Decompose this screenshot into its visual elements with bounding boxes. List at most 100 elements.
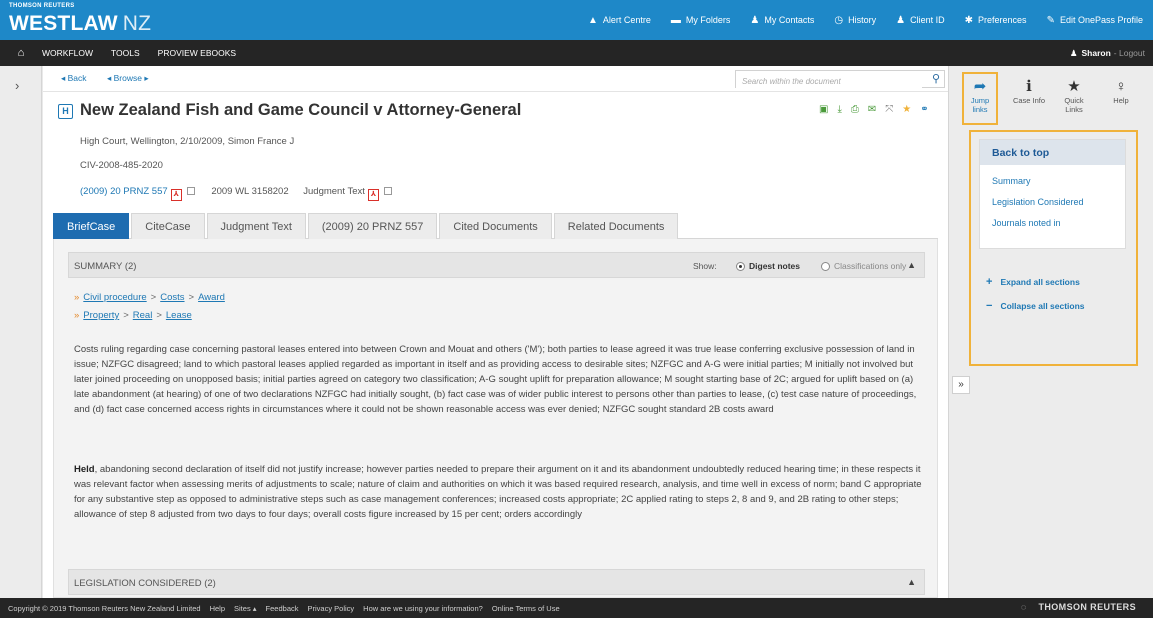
crumb-property[interactable]: Property: [83, 310, 119, 321]
history-link[interactable]: ◷ History: [834, 15, 876, 26]
toc-box: Back to top Summary Legislation Consider…: [979, 139, 1126, 249]
tab-judgment-text[interactable]: Judgment Text: [206, 213, 306, 239]
held-text: , abandoning second declaration of itsel…: [74, 464, 922, 520]
download-icon[interactable]: ⤓: [837, 104, 841, 115]
pdf-icon[interactable]: ⅄: [367, 189, 379, 201]
browse-link[interactable]: ◂ Browse ▸: [107, 73, 149, 84]
held-label: Held: [74, 464, 95, 475]
back-to-top-link[interactable]: Back to top: [980, 140, 1125, 165]
folder-icon: ▬: [670, 14, 681, 26]
preferences-link[interactable]: ✱ Preferences: [965, 15, 1027, 26]
client-id-label: Client ID: [910, 15, 945, 25]
crumb-civil-procedure[interactable]: Civil procedure: [83, 292, 146, 303]
chevron-right-icon[interactable]: ›: [15, 78, 19, 93]
nav-workflow[interactable]: WORKFLOW: [42, 48, 93, 58]
gear-icon: ✱: [964, 14, 974, 26]
copyright-text: Copyright © 2019 Thomson Reuters New Zea…: [8, 603, 201, 613]
footer-privacy-link[interactable]: Privacy Policy: [307, 604, 354, 613]
star-icon: ★: [1067, 78, 1081, 95]
user-icon: ♟: [1069, 47, 1078, 58]
expand-all-label: Expand all sections: [1000, 277, 1080, 287]
folder-add-icon[interactable]: ▣: [819, 104, 828, 115]
classifications-radio[interactable]: Classifications only: [821, 261, 906, 271]
collapse-caret-icon[interactable]: ▲: [907, 577, 916, 587]
doc-type-badge: H: [58, 104, 73, 119]
case-info-button[interactable]: ℹ Case Info: [1012, 72, 1046, 105]
toc-legislation-link[interactable]: Legislation Considered: [992, 197, 1125, 207]
footer-help-link[interactable]: Help: [210, 604, 225, 613]
search-within-input[interactable]: [736, 73, 922, 90]
share-arrow-icon: ➦: [973, 78, 987, 95]
citation-checkbox[interactable]: [186, 187, 195, 195]
judgment-text-label: Judgment Text: [303, 186, 365, 197]
fullscreen-icon[interactable]: ⤧: [885, 104, 893, 115]
crumb-costs[interactable]: Costs: [160, 292, 184, 303]
toc-summary-link[interactable]: Summary: [992, 176, 1125, 186]
brand-region: NZ: [122, 12, 152, 35]
jump-links-button[interactable]: ➦ Jump links: [962, 72, 998, 125]
alert-centre-link[interactable]: ▲ Alert Centre: [588, 15, 651, 26]
print-icon[interactable]: ⎙: [851, 104, 859, 115]
summary-paragraph: Costs ruling regarding case concerning p…: [74, 344, 917, 415]
crumb-award[interactable]: Award: [198, 292, 225, 303]
collapse-all-button[interactable]: − Collapse all sections: [986, 300, 1085, 312]
digest-notes-radio[interactable]: Digest notes: [736, 261, 800, 271]
my-contacts-link[interactable]: ♟ My Contacts: [750, 15, 814, 26]
quick-links-button[interactable]: ★ Quick Links: [1056, 72, 1092, 114]
digest-notes-label: Digest notes: [749, 261, 801, 271]
left-panel-toggle[interactable]: ›: [0, 66, 42, 598]
help-button[interactable]: ♀ Help: [1106, 72, 1136, 105]
footer-feedback-link[interactable]: Feedback: [266, 604, 299, 613]
link-icon[interactable]: ⚭: [920, 104, 928, 115]
tab-related-documents[interactable]: Related Documents: [553, 213, 679, 239]
history-label: History: [848, 15, 877, 25]
legislation-section-header[interactable]: LEGISLATION CONSIDERED (2) ▲: [68, 569, 925, 595]
page-title: New Zealand Fish and Game Council v Atto…: [80, 101, 522, 119]
footer-sites-link[interactable]: Sites ▴: [234, 604, 257, 613]
crumb-separator: >: [156, 310, 162, 321]
summary-section-header[interactable]: SUMMARY (2) Show: Digest notes Classific…: [68, 252, 925, 278]
home-icon[interactable]: ⌂: [0, 47, 42, 59]
tab-prnz[interactable]: (2009) 20 PRNZ 557: [307, 213, 438, 239]
lightbulb-icon: ♀: [1115, 78, 1127, 95]
document-toolbar: ◂ Back ◂ Browse ▸ ⚲: [43, 66, 948, 92]
alert-centre-label: Alert Centre: [602, 15, 651, 25]
right-panel: ➦ Jump links ℹ Case Info ★ Quick Links ♀ Hel…: [948, 66, 1153, 598]
nav-tools[interactable]: TOOLS: [111, 48, 140, 58]
footer-terms-link[interactable]: Online Terms of Use: [492, 604, 560, 613]
citation-prnz-link[interactable]: (2009) 20 PRNZ 557: [80, 186, 168, 197]
crumb-lease[interactable]: Lease: [166, 310, 192, 321]
citation-wl: 2009 WL 3158202: [211, 186, 289, 197]
top-nav: ▲ Alert Centre ▬ My Folders ♟ My Contacts ◷…: [568, 0, 1143, 40]
back-link[interactable]: ◂ Back: [61, 73, 87, 84]
document-search: ⚲: [735, 70, 945, 90]
star-icon[interactable]: ★: [902, 104, 911, 115]
footer-logo-text: THOMSON REUTERS: [1038, 602, 1136, 612]
edit-profile-link[interactable]: ✎ Edit OnePass Profile: [1047, 15, 1143, 26]
collapse-all-label: Collapse all sections: [1000, 301, 1085, 311]
footer-info-use-link[interactable]: How are we using your information?: [363, 604, 483, 613]
toc-journals-link[interactable]: Journals noted in: [992, 218, 1125, 228]
radio-dot: [821, 261, 830, 271]
tab-citecase[interactable]: CiteCase: [131, 213, 205, 239]
my-folders-link[interactable]: ▬ My Folders: [671, 15, 731, 26]
footer: Copyright © 2019 Thomson Reuters New Zea…: [0, 598, 1153, 618]
double-chevron-icon[interactable]: »: [952, 376, 970, 394]
crumb-real[interactable]: Real: [133, 310, 153, 321]
pdf-icon[interactable]: ⅄: [170, 189, 182, 201]
document-main: ◂ Back ◂ Browse ▸ ⚲ H New Zealand Fish a…: [43, 66, 948, 598]
bullet-icon: »: [74, 292, 80, 303]
search-icon[interactable]: ⚲: [932, 72, 940, 85]
logout-link[interactable]: - Logout: [1114, 48, 1145, 58]
nav-proview-ebooks[interactable]: PROVIEW EBOOKS: [158, 48, 236, 58]
expand-all-button[interactable]: + Expand all sections: [986, 276, 1080, 288]
tab-briefcase[interactable]: BriefCase: [53, 213, 130, 239]
brand-logo[interactable]: WESTLAW NZ: [9, 12, 151, 36]
tab-cited-documents[interactable]: Cited Documents: [439, 213, 552, 239]
collapse-caret-icon[interactable]: ▲: [907, 260, 916, 270]
edit-profile-label: Edit OnePass Profile: [1059, 15, 1143, 25]
document-tools: ▣ ⤓ ⎙ ✉ ⤧ ★ ⚭: [819, 104, 938, 115]
email-icon[interactable]: ✉: [868, 104, 876, 115]
client-id-link[interactable]: ♟ Client ID: [896, 15, 944, 26]
judgment-checkbox[interactable]: [383, 187, 392, 195]
